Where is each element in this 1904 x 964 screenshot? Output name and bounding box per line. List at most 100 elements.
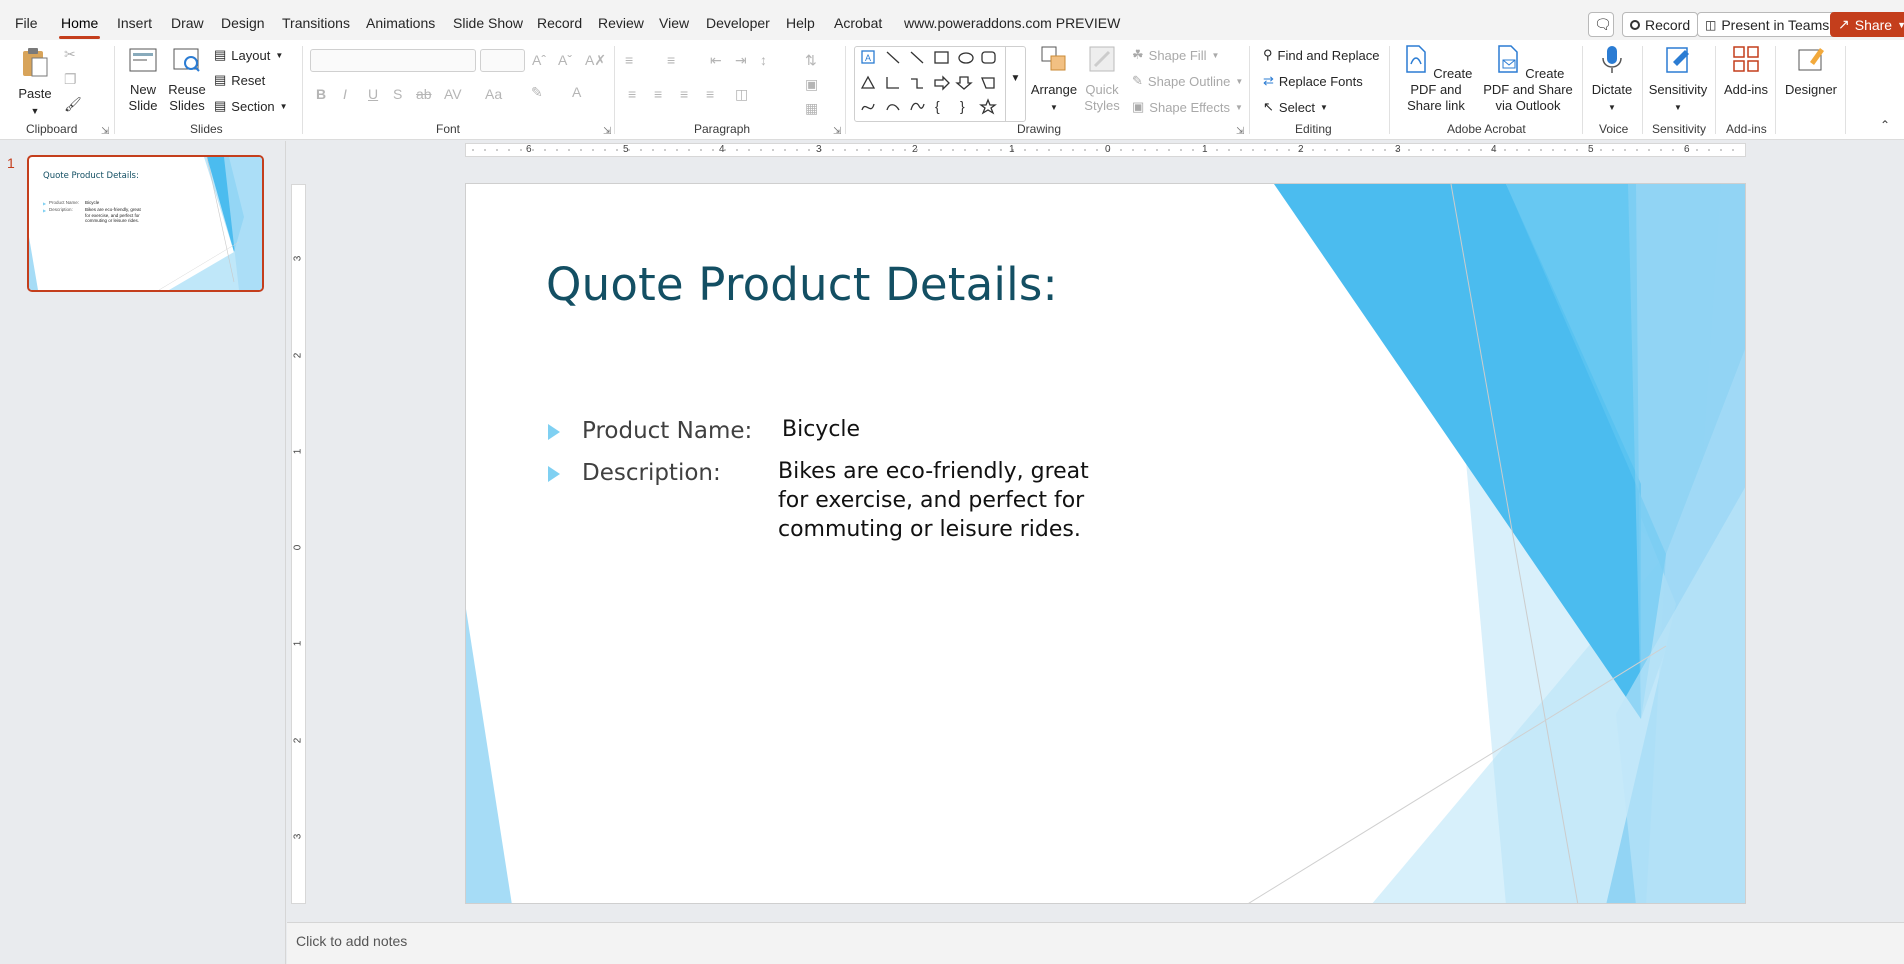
columns-icon[interactable]: ◫ — [735, 86, 748, 103]
section-button[interactable]: ▤ Section ▼ — [214, 98, 288, 114]
shape-effects-button[interactable]: ▣ Shape Effects ▼ — [1132, 99, 1243, 115]
separator — [845, 46, 846, 134]
cut-icon[interactable]: ✂ — [64, 46, 76, 63]
tab-slide-show[interactable]: Slide Show — [453, 15, 523, 31]
tab-design[interactable]: Design — [221, 15, 265, 31]
bullets-icon[interactable]: ≡ — [625, 52, 633, 68]
paste-button[interactable]: Paste ▼ — [14, 46, 56, 119]
font-group-label: Font — [436, 122, 461, 136]
sensitivity-button[interactable]: Sensitivity ▼ — [1647, 44, 1709, 116]
tab-insert[interactable]: Insert — [117, 15, 152, 31]
reuse-slides-label: Reuse Slides — [168, 82, 206, 113]
description-line: commuting or leisure rides. — [778, 517, 1081, 542]
character-spacing-button[interactable]: AV — [444, 86, 462, 102]
font-size-combo[interactable] — [480, 49, 525, 72]
tab-animations[interactable]: Animations — [366, 15, 435, 31]
tab-acrobat[interactable]: Acrobat — [834, 15, 882, 31]
collapse-ribbon-icon[interactable]: ⌃ — [1880, 118, 1890, 132]
tab-help[interactable]: Help — [786, 15, 815, 31]
designer-button[interactable]: Designer — [1780, 44, 1842, 98]
clipboard-launcher-icon[interactable]: ⇲ — [101, 126, 109, 137]
tab-draw[interactable]: Draw — [171, 15, 204, 31]
align-right-icon[interactable]: ≡ — [680, 86, 688, 102]
arrange-button[interactable]: Arrange ▼ — [1030, 44, 1078, 116]
italic-button[interactable]: I — [343, 86, 347, 102]
tab-home[interactable]: Home — [58, 15, 101, 39]
shapes-gallery[interactable]: A {} ▼ — [854, 46, 1026, 122]
underline-button[interactable]: U — [368, 86, 378, 102]
separator — [1775, 46, 1776, 134]
notes-placeholder[interactable]: Click to add notes — [296, 933, 407, 949]
smartart-icon[interactable]: ▦ — [805, 100, 818, 117]
align-center-icon[interactable]: ≡ — [654, 86, 662, 102]
font-family-combo[interactable] — [310, 49, 476, 72]
product-name-value[interactable]: Bicycle — [782, 415, 860, 444]
create-pdf-outlook-button[interactable]: Create PDF and Share via Outlook — [1478, 44, 1578, 114]
tab-record[interactable]: Record — [537, 15, 582, 31]
paragraph-launcher-icon[interactable]: ⇲ — [833, 126, 841, 137]
reuse-slides-button[interactable]: Reuse Slides — [168, 46, 206, 114]
select-button[interactable]: ↖ Select ▼ — [1263, 99, 1328, 115]
find-replace-label: Find and Replace — [1277, 47, 1380, 63]
comments-button[interactable]: 🗨 — [1588, 12, 1614, 37]
add-ins-button[interactable]: Add-ins — [1721, 44, 1771, 98]
share-button[interactable]: ↗ Share ▼ — [1830, 12, 1904, 37]
increase-font-icon[interactable]: Aˆ — [532, 52, 546, 68]
highlight-icon[interactable]: ✎ — [531, 84, 543, 101]
find-replace-button[interactable]: ⚲ Find and Replace — [1263, 47, 1379, 63]
text-direction-icon[interactable]: ⇅ — [805, 52, 817, 69]
tab-poweraddons[interactable]: www.poweraddons.com PREVIEW — [904, 15, 1120, 31]
replace-fonts-button[interactable]: ⇄ Replace Fonts — [1263, 73, 1363, 89]
product-name-label[interactable]: Product Name: — [582, 418, 752, 444]
record-button[interactable]: Record — [1622, 12, 1699, 37]
align-left-icon[interactable]: ≡ — [628, 86, 636, 102]
reset-label: Reset — [231, 72, 266, 88]
editing-group-label: Editing — [1295, 122, 1332, 136]
separator — [1715, 46, 1716, 134]
decrease-font-icon[interactable]: Aˇ — [558, 52, 572, 68]
description-value[interactable]: Bikes are eco-friendly, great for exerci… — [778, 457, 1089, 544]
align-text-icon[interactable]: ▣ — [805, 76, 818, 93]
bold-button[interactable]: B — [316, 86, 326, 102]
dictate-button[interactable]: Dictate ▼ — [1589, 44, 1635, 116]
layout-button[interactable]: ▤ Layout ▼ — [214, 47, 283, 63]
slide-thumbnail[interactable]: Quote Product Details: ▶ Product Name: B… — [27, 155, 264, 292]
tab-transitions[interactable]: Transitions — [282, 15, 350, 31]
separator — [1642, 46, 1643, 134]
shapes-more-button[interactable]: ▼ — [1005, 47, 1025, 121]
tab-view[interactable]: View — [659, 15, 689, 31]
quick-styles-button[interactable]: Quick Styles — [1082, 44, 1122, 114]
shape-fill-button[interactable]: ☘ Shape Fill ▼ — [1132, 47, 1219, 63]
create-pdf-share-link-button[interactable]: Create PDF and Share link — [1395, 44, 1477, 114]
shape-outline-button[interactable]: ✎ Shape Outline ▼ — [1132, 73, 1243, 89]
tab-review[interactable]: Review — [598, 15, 644, 31]
description-label[interactable]: Description: — [582, 460, 721, 486]
increase-indent-icon[interactable]: ⇥ — [735, 52, 747, 69]
present-in-teams-button[interactable]: ◫ Present in Teams — [1697, 12, 1838, 37]
notes-pane[interactable]: Click to add notes — [287, 922, 1904, 964]
ruler-number: 3 — [292, 833, 304, 840]
copy-icon[interactable]: ❐ — [64, 71, 77, 88]
shadow-button[interactable]: S — [393, 86, 402, 102]
font-color-icon[interactable]: A — [572, 84, 581, 100]
change-case-button[interactable]: Aa — [485, 86, 502, 102]
reset-button[interactable]: ▤ Reset — [214, 72, 265, 88]
ruler-number: 5 — [1588, 144, 1594, 155]
layout-icon: ▤ — [214, 47, 227, 62]
new-slide-button[interactable]: New Slide — [120, 46, 166, 114]
justify-icon[interactable]: ≡ — [706, 86, 714, 102]
tab-file[interactable]: File — [15, 15, 38, 31]
line-spacing-icon[interactable]: ↕ — [760, 52, 767, 68]
slide-title[interactable]: Quote Product Details: — [546, 258, 1058, 311]
strikethrough-button[interactable]: ab — [416, 86, 432, 102]
decrease-indent-icon[interactable]: ⇤ — [710, 52, 722, 69]
tab-developer[interactable]: Developer — [706, 15, 770, 31]
format-painter-icon[interactable]: 🖌 — [64, 96, 82, 113]
paragraph-group-label: Paragraph — [694, 122, 751, 136]
pdf-outlook-icon — [1497, 45, 1518, 73]
clear-formatting-icon[interactable]: A✗ — [585, 52, 606, 69]
drawing-launcher-icon[interactable]: ⇲ — [1236, 126, 1244, 137]
numbering-icon[interactable]: ≡ — [667, 52, 675, 68]
slide-canvas[interactable]: Quote Product Details: Product Name: Bic… — [465, 183, 1746, 904]
font-launcher-icon[interactable]: ⇲ — [603, 126, 611, 137]
